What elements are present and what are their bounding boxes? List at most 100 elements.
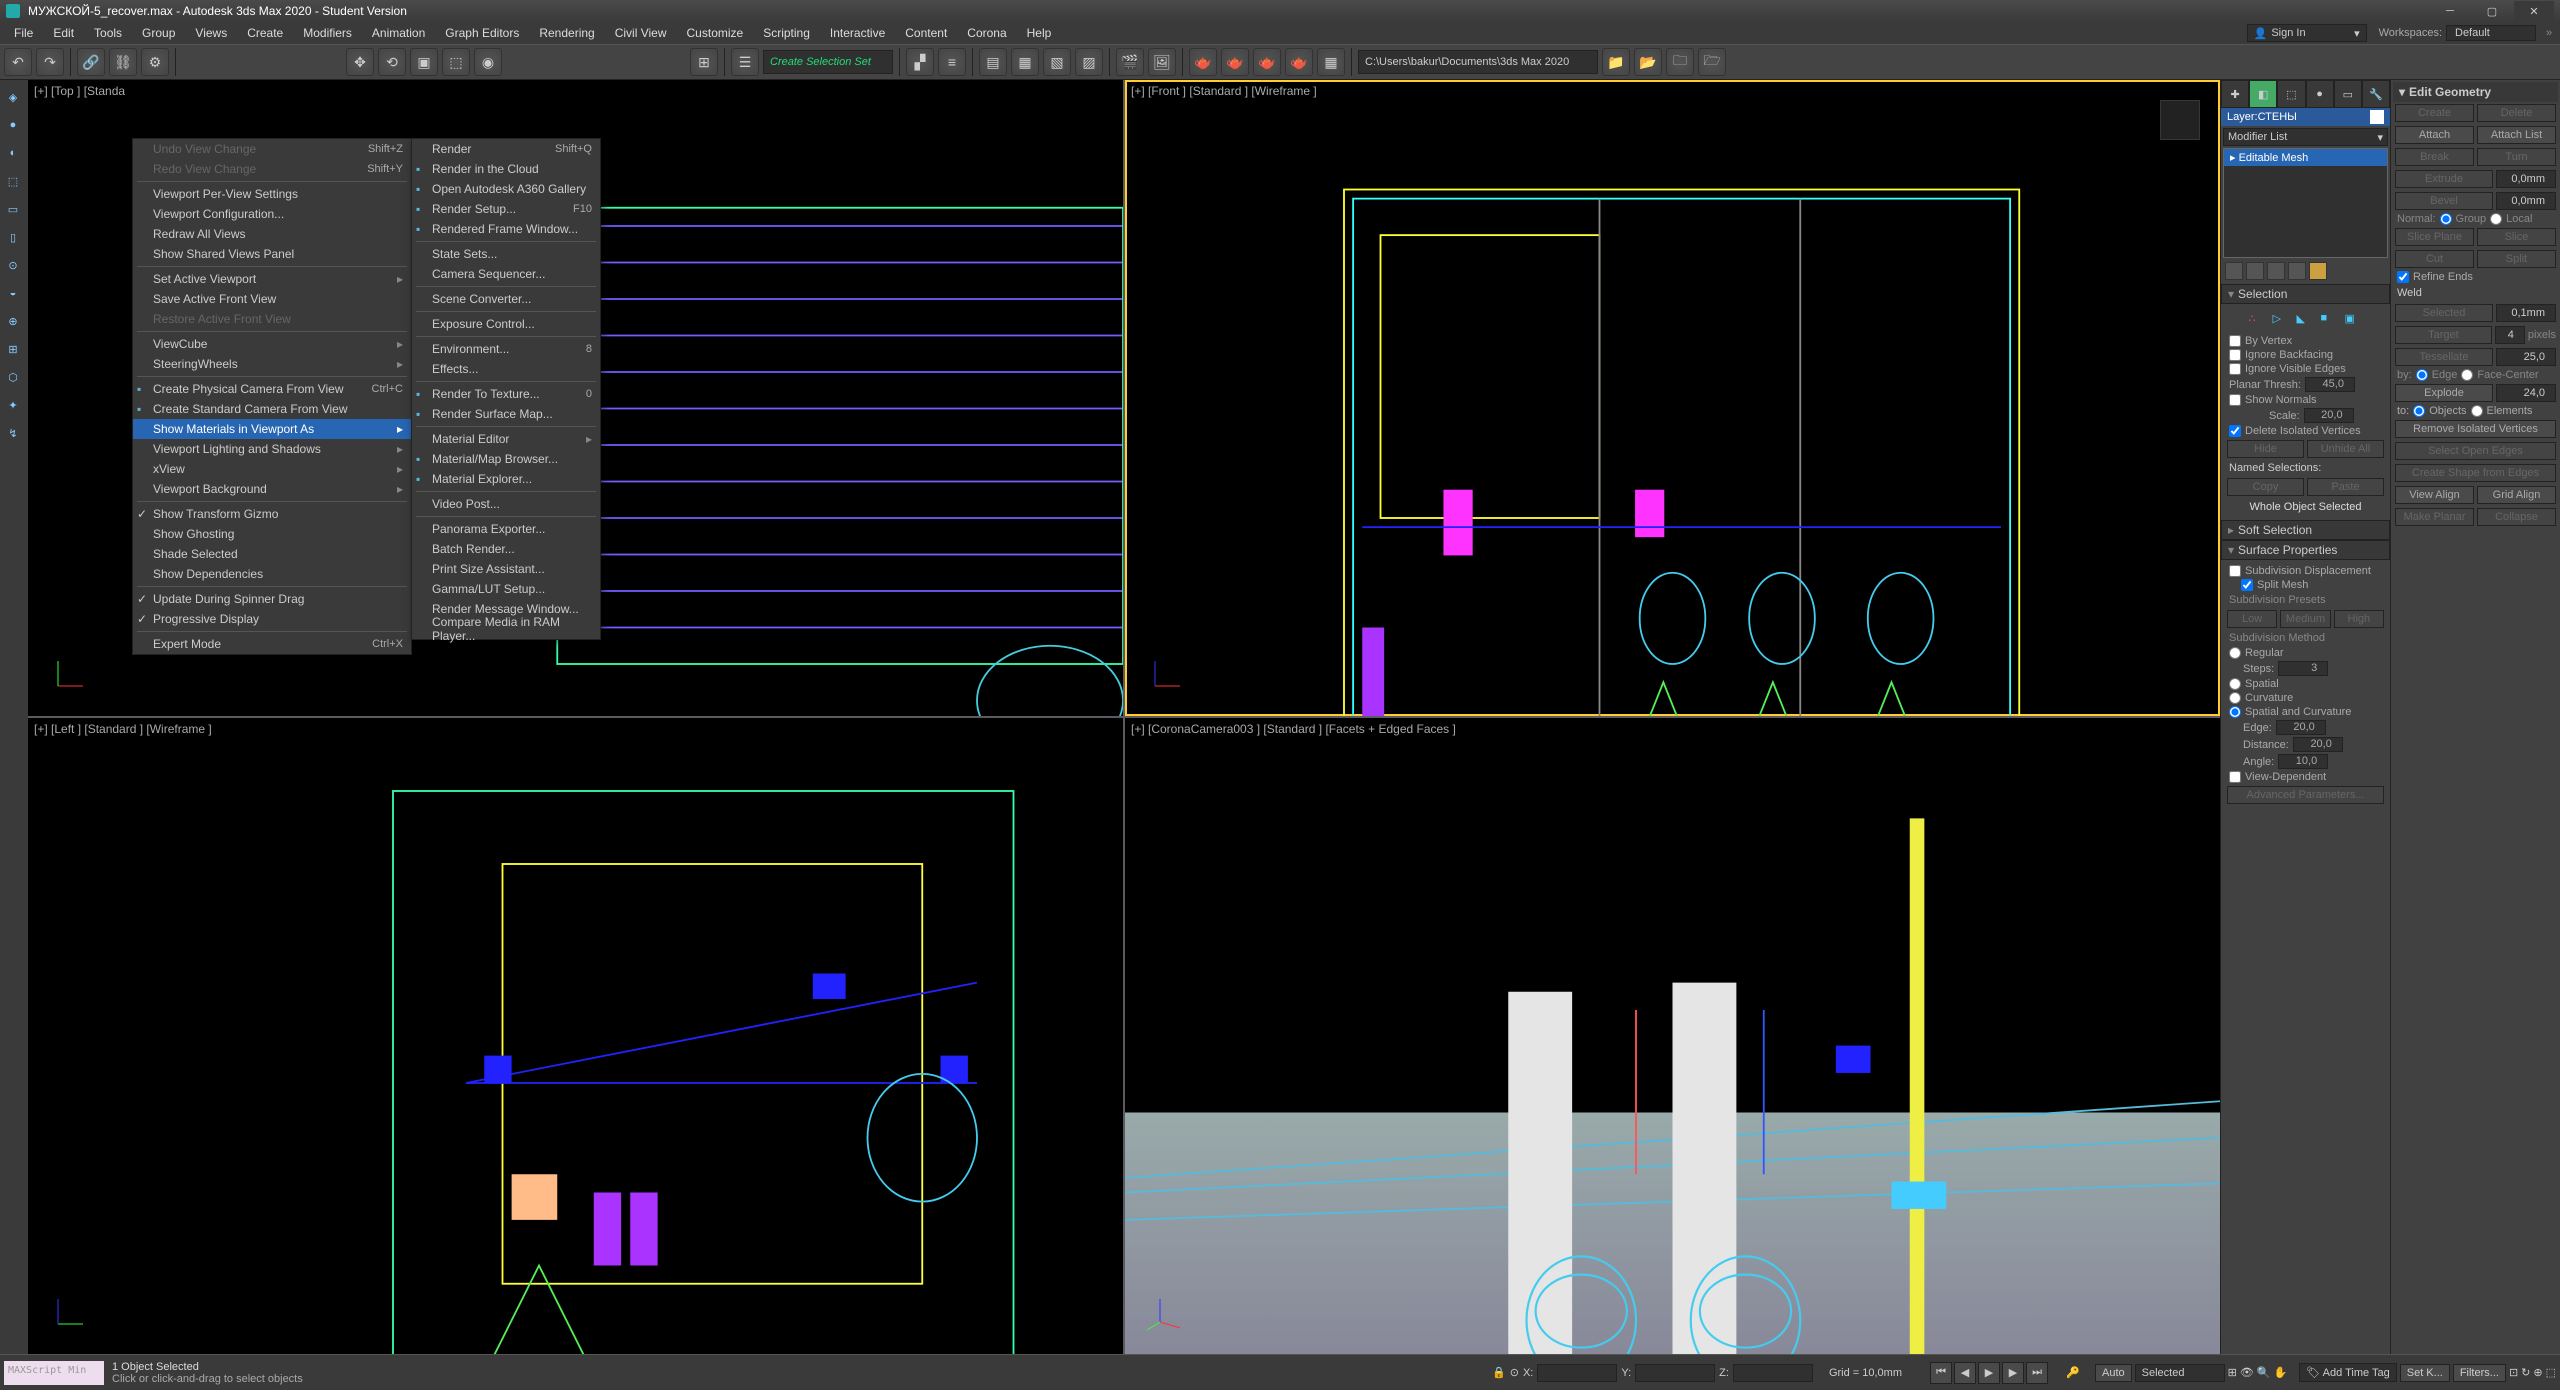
menu-grapheditors[interactable]: Graph Editors [435, 24, 529, 42]
menu-item[interactable]: ▪Create Standard Camera From View [133, 399, 411, 419]
menu-item[interactable]: ViewCube▸ [133, 334, 411, 354]
make-unique-icon[interactable] [2267, 262, 2285, 280]
named-sel-button[interactable]: ☰ [731, 48, 759, 76]
break-button[interactable]: Break [2395, 148, 2474, 166]
menu-item[interactable]: xView▸ [133, 459, 411, 479]
menu-item[interactable]: Viewport Configuration... [133, 204, 411, 224]
tab-modify[interactable]: ◧ [2249, 80, 2277, 108]
distance-spinner[interactable]: 20,0 [2293, 737, 2343, 752]
lock-icon[interactable]: 🔒 [1492, 1366, 1506, 1379]
maxscript-listener[interactable]: MAXScript Min [4, 1361, 104, 1385]
poly-sub-icon[interactable]: ■ [2321, 312, 2339, 330]
deliso-check[interactable] [2229, 425, 2241, 437]
show-end-icon[interactable] [2246, 262, 2264, 280]
to-elements-radio[interactable] [2471, 405, 2483, 417]
menu-help[interactable]: Help [1017, 24, 1062, 42]
menu-interactive[interactable]: Interactive [820, 24, 895, 42]
menu-item[interactable]: ✓Update During Spinner Drag [133, 589, 411, 609]
render-setup-button[interactable]: 🎬 [1116, 48, 1144, 76]
setkey-button[interactable]: Set K... [2400, 1364, 2450, 1382]
move-button[interactable]: ✥ [346, 48, 374, 76]
left-icon-12[interactable]: ✦ [2, 394, 24, 416]
viewport-left[interactable]: [+] [Left ] [Standard ] [Wireframe ] [28, 718, 1123, 1354]
link-button[interactable]: 🔗 [77, 48, 105, 76]
layer-row[interactable]: Layer:СТЕНЫ [2221, 108, 2390, 126]
edge-spinner[interactable]: 20,0 [2276, 720, 2326, 735]
menu-item[interactable]: Redraw All Views [133, 224, 411, 244]
nav2-icon[interactable]: 👁 [2240, 1366, 2254, 1379]
turn-button[interactable]: Turn [2477, 148, 2556, 166]
modifier-list-dropdown[interactable]: Modifier List▾ [2223, 128, 2388, 146]
menu-edit[interactable]: Edit [43, 24, 84, 42]
tab-utilities[interactable]: 🔧 [2362, 80, 2390, 108]
normal-group-radio[interactable] [2440, 213, 2452, 225]
y-coord-input[interactable] [1635, 1364, 1715, 1382]
steps-spinner[interactable]: 3 [2278, 661, 2328, 676]
menu-customize[interactable]: Customize [677, 24, 754, 42]
schematic-button[interactable]: ▧ [1043, 48, 1071, 76]
selectopen-button[interactable]: Select Open Edges [2395, 442, 2556, 460]
stack-editable-mesh[interactable]: ▸ Editable Mesh [2224, 149, 2387, 166]
tess-face-radio[interactable] [2461, 369, 2473, 381]
menu-item[interactable]: ▪Material/Map Browser... [412, 449, 600, 469]
preset-med-button[interactable]: Medium [2280, 610, 2330, 628]
removeiso-button[interactable]: Remove Isolated Vertices [2395, 420, 2556, 438]
bevel-button[interactable]: Bevel [2395, 192, 2493, 210]
unlink-button[interactable]: ⛓ [109, 48, 137, 76]
extrude-button[interactable]: Extrude [2395, 170, 2493, 188]
autokey-button[interactable]: Auto [2095, 1364, 2132, 1382]
folder2-icon[interactable]: 📂 [1634, 48, 1662, 76]
menu-item[interactable]: Exposure Control... [412, 314, 600, 334]
attach-button[interactable]: Attach [2395, 126, 2474, 144]
viewport-camera[interactable]: [+] [CoronaCamera003 ] [Standard ] [Face… [1125, 718, 2220, 1354]
next-frame-button[interactable]: ▶ [2002, 1362, 2024, 1384]
spatcurv-radio[interactable] [2229, 706, 2241, 718]
element-sub-icon[interactable]: ▣ [2345, 312, 2363, 330]
bind-button[interactable]: ⚙ [141, 48, 169, 76]
cut-button[interactable]: Cut [2395, 250, 2474, 268]
menu-item[interactable]: ✓Progressive Display [133, 609, 411, 629]
render-frame-button[interactable]: 🖼 [1148, 48, 1176, 76]
material-editor-button[interactable]: ▨ [1075, 48, 1103, 76]
left-icon-6[interactable]: ▯ [2, 226, 24, 248]
left-icon-2[interactable]: ● [2, 114, 24, 136]
slice-button[interactable]: Slice [2477, 228, 2556, 246]
configure-sets-icon[interactable] [2309, 262, 2327, 280]
makeplanar-button[interactable]: Make Planar [2395, 508, 2474, 526]
gridalign-button[interactable]: Grid Align [2477, 486, 2556, 504]
weldtarget-spinner[interactable]: 4 [2495, 326, 2525, 344]
tab-create[interactable]: ✚ [2221, 80, 2249, 108]
folder3-icon[interactable]: 🗀 [1666, 48, 1694, 76]
shownormals-check[interactable] [2229, 394, 2241, 406]
menu-item[interactable]: Shade Selected [133, 544, 411, 564]
menu-item[interactable]: ▪Render To Texture...0 [412, 384, 600, 404]
menu-item[interactable]: ▪Render in the Cloud [412, 159, 600, 179]
nav5-icon[interactable]: ⊡ [2509, 1366, 2518, 1379]
viewport-front-label[interactable]: [+] [Front ] [Standard ] [Wireframe ] [1131, 84, 1317, 98]
keymode-dropdown[interactable]: Selected [2135, 1364, 2225, 1382]
curve-editor-button[interactable]: ▦ [1011, 48, 1039, 76]
left-icon-1[interactable]: ◈ [2, 86, 24, 108]
tab-motion[interactable]: ● [2306, 80, 2334, 108]
goto-start-button[interactable]: ⏮ [1930, 1362, 1952, 1384]
close-button[interactable]: ✕ [2514, 1, 2554, 21]
menu-item[interactable]: Show Dependencies [133, 564, 411, 584]
menu-views[interactable]: Views [185, 24, 237, 42]
attachlist-button[interactable]: Attach List [2477, 126, 2556, 144]
edit-geom-head[interactable]: ▾ Edit Geometry [2393, 82, 2558, 102]
bevel-spinner[interactable]: 0,0mm [2496, 192, 2556, 210]
menu-item[interactable]: Set Active Viewport▸ [133, 269, 411, 289]
byvertex-check[interactable] [2229, 335, 2241, 347]
nav4-icon[interactable]: ✋ [2274, 1366, 2288, 1379]
menu-item[interactable]: ▪Render Setup...F10 [412, 199, 600, 219]
viewport-left-label[interactable]: [+] [Left ] [Standard ] [Wireframe ] [34, 722, 212, 736]
render-button[interactable]: ▦ [1317, 48, 1345, 76]
menu-item[interactable]: State Sets... [412, 244, 600, 264]
menubar-chevron-icon[interactable]: » [2542, 27, 2556, 39]
ignoreback-check[interactable] [2229, 349, 2241, 361]
create-button[interactable]: Create [2395, 104, 2474, 122]
place-button[interactable]: ⬚ [442, 48, 470, 76]
subdisp-check[interactable] [2229, 565, 2241, 577]
maximize-button[interactable]: ▢ [2472, 1, 2512, 21]
viewport-front[interactable]: [+] [Front ] [Standard ] [Wireframe ] [1125, 80, 2220, 716]
